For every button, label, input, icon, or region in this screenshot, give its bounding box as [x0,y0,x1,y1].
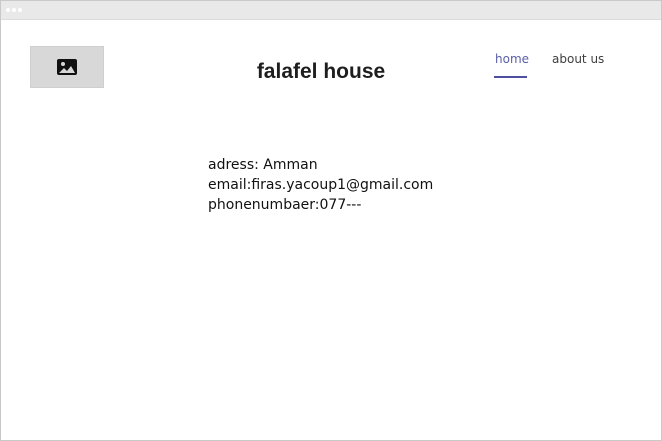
site-title: falafel house [256,60,386,83]
nav-link-home[interactable]: home [495,52,529,66]
window-dot-icon [12,8,16,12]
image-placeholder-icon [57,59,77,75]
active-nav-indicator [494,76,527,78]
window-dot-icon [18,8,22,12]
site-logo[interactable] [30,46,104,88]
window-titlebar [1,1,661,20]
phone-text: phonenumbaer:077--- [208,197,362,213]
contact-info: adress: Amman email:firas.yacoup1@gmail.… [208,155,433,215]
email-text: email:firas.yacoup1@gmail.com [208,177,434,193]
window-dot-icon [6,8,10,12]
nav-link-about-us[interactable]: about us [552,52,604,66]
browser-window: falafel house home about us adress: Amma… [0,0,662,441]
address-text: adress: Amman [208,157,318,173]
